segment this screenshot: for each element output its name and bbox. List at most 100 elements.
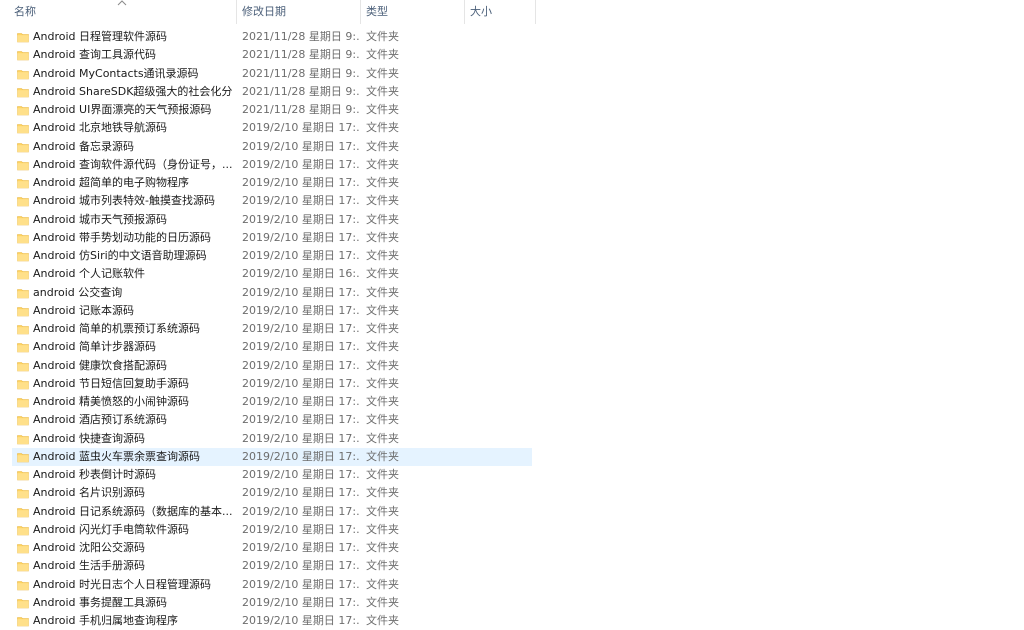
file-row[interactable]: Android UI界面漂亮的天气预报源码 2021/11/28 星期日 9:..… xyxy=(12,101,532,119)
file-name[interactable]: Android 查询工具源代码 xyxy=(33,46,233,64)
file-row[interactable]: Android 日记系统源码（数据库的基本... 2019/2/10 星期日 17… xyxy=(12,503,532,521)
folder-icon xyxy=(17,471,29,481)
file-type: 文件夹 xyxy=(366,267,399,281)
file-type: 文件夹 xyxy=(366,48,399,62)
file-name[interactable]: Android 酒店预订系统源码 xyxy=(33,411,233,429)
file-row[interactable]: android 公交查询 2019/2/10 星期日 17:... 文件夹 xyxy=(12,284,532,302)
file-name[interactable]: Android 简单计步器源码 xyxy=(33,338,233,356)
file-name[interactable]: Android UI界面漂亮的天气预报源码 xyxy=(33,101,233,119)
column-header-size[interactable]: 大小 xyxy=(456,0,536,24)
file-date: 2019/2/10 星期日 17:... xyxy=(242,194,360,208)
column-header-date[interactable]: 修改日期 xyxy=(228,0,352,24)
file-name[interactable]: Android 健康饮食搭配源码 xyxy=(33,357,233,375)
file-date: 2019/2/10 星期日 17:... xyxy=(242,249,360,262)
file-row[interactable]: Android 日程管理软件源码 2021/11/28 星期日 9:... 文件夹 xyxy=(12,28,532,46)
file-name[interactable]: Android 记账本源码 xyxy=(33,302,233,320)
file-name[interactable]: Android 精美愤怒的小闹钟源码 xyxy=(33,393,233,411)
file-row[interactable]: Android 秒表倒计时源码 2019/2/10 星期日 17:... 文件夹 xyxy=(12,466,532,484)
file-name[interactable]: Android 手机归属地查询程序 xyxy=(33,612,233,630)
file-row[interactable]: Android 快捷查询源码 2019/2/10 星期日 17:... 文件夹 xyxy=(12,430,532,448)
file-row[interactable]: Android 闪光灯手电筒软件源码 2019/2/10 星期日 17:... 文件… xyxy=(12,521,532,539)
file-row[interactable]: Android 手机归属地查询程序 2019/2/10 星期日 17:... 文件夹 xyxy=(12,612,532,630)
folder-icon xyxy=(17,33,29,43)
file-row[interactable]: Android 备忘录源码 2019/2/10 星期日 17:... 文件夹 xyxy=(12,138,532,156)
file-date: 2021/11/28 星期日 9:... xyxy=(242,103,360,116)
file-row[interactable]: Android 查询工具源代码 2021/11/28 星期日 9:... 文件夹 xyxy=(12,46,532,64)
file-row[interactable]: Android 节日短信回复助手源码 2019/2/10 星期日 17:... 文件… xyxy=(12,375,532,393)
folder-icon xyxy=(17,379,29,390)
file-row[interactable]: Android 时光日志个人日程管理源码 2019/2/10 星期日 17:...… xyxy=(12,576,532,594)
file-type: 文件夹 xyxy=(366,66,399,80)
file-name[interactable]: Android ShareSDK超级强大的社会化分... xyxy=(33,83,233,101)
file-row[interactable]: Android 带手势划动功能的日历源码 2019/2/10 星期日 17:...… xyxy=(12,229,532,247)
file-row[interactable]: Android 简单计步器源码 2019/2/10 星期日 17:... 文件夹 xyxy=(12,338,532,356)
file-name[interactable]: Android MyContacts通讯录源码 xyxy=(33,65,233,83)
file-row[interactable]: Android 沈阳公交源码 2019/2/10 星期日 17:... 文件夹 xyxy=(12,539,532,557)
file-name[interactable]: Android 名片识别源码 xyxy=(33,484,233,502)
column-header-name[interactable]: 名称 xyxy=(0,0,236,24)
file-date: 2019/2/10 星期日 17:... xyxy=(242,376,360,390)
file-type: 文件夹 xyxy=(366,577,399,591)
file-row[interactable]: Android 精美愤怒的小闹钟源码 2019/2/10 星期日 17:... 文件… xyxy=(12,393,532,411)
file-row[interactable]: Android 超简单的电子购物程序 2019/2/10 星期日 17:... 文件… xyxy=(12,174,532,192)
file-name[interactable]: Android 城市列表特效-触摸查找源码 xyxy=(33,192,233,210)
column-header-type[interactable]: 类型 xyxy=(352,0,462,24)
file-type: 文件夹 xyxy=(366,249,399,262)
file-type: 文件夹 xyxy=(366,139,399,153)
file-type: 文件夹 xyxy=(366,522,399,536)
file-type: 文件夹 xyxy=(366,358,399,372)
file-row[interactable]: Android 城市天气预报源码 2019/2/10 星期日 17:... 文件夹 xyxy=(12,211,532,229)
file-date: 2021/11/28 星期日 9:... xyxy=(242,48,360,62)
file-row[interactable]: Android 个人记账软件 2019/2/10 星期日 16:... 文件夹 xyxy=(12,265,532,283)
file-name[interactable]: Android 备忘录源码 xyxy=(33,138,233,156)
file-name[interactable]: Android 超简单的电子购物程序 xyxy=(33,174,233,192)
file-name[interactable]: Android 查询软件源代码（身份证号，... xyxy=(33,156,233,174)
file-name[interactable]: Android 日程管理软件源码 xyxy=(33,28,233,46)
file-name[interactable]: Android 个人记账软件 xyxy=(33,265,233,283)
file-name[interactable]: Android 沈阳公交源码 xyxy=(33,539,233,557)
file-date: 2019/2/10 星期日 17:... xyxy=(242,413,360,427)
file-row[interactable]: Android MyContacts通讯录源码 2021/11/28 星期日 9:… xyxy=(12,65,532,83)
file-row[interactable]: Android 记账本源码 2019/2/10 星期日 17:... 文件夹 xyxy=(12,302,532,320)
file-name[interactable]: android 公交查询 xyxy=(33,284,233,302)
folder-icon xyxy=(17,69,29,79)
file-date: 2019/2/10 星期日 17:... xyxy=(242,395,360,408)
file-name[interactable]: Android 北京地铁导航源码 xyxy=(33,119,233,137)
file-name[interactable]: Android 闪光灯手电筒软件源码 xyxy=(33,521,233,539)
file-row[interactable]: Android 名片识别源码 2019/2/10 星期日 17:... 文件夹 xyxy=(12,484,532,502)
file-date: 2019/2/10 星期日 17:... xyxy=(242,139,360,153)
folder-icon xyxy=(17,106,29,116)
file-row[interactable]: Android ShareSDK超级强大的社会化分... 2021/11/28 星… xyxy=(12,83,532,101)
file-row[interactable]: Android 仿Siri的中文语音助理源码 2019/2/10 星期日 17:.… xyxy=(12,247,532,265)
file-row[interactable]: Android 事务提醒工具源码 2019/2/10 星期日 17:... 文件夹 xyxy=(12,594,532,612)
file-row[interactable]: Android 简单的机票预订系统源码 2019/2/10 星期日 17:... 文… xyxy=(12,320,532,338)
file-name[interactable]: Android 城市天气预报源码 xyxy=(33,211,233,229)
folder-icon xyxy=(17,306,29,317)
file-row[interactable]: Android 健康饮食搭配源码 2019/2/10 星期日 17:... 文件夹 xyxy=(12,357,532,375)
file-name[interactable]: Android 节日短信回复助手源码 xyxy=(33,375,233,393)
file-row[interactable]: Android 生活手册源码 2019/2/10 星期日 17:... 文件夹 xyxy=(12,557,532,575)
file-name[interactable]: Android 简单的机票预订系统源码 xyxy=(33,320,233,338)
file-name[interactable]: Android 秒表倒计时源码 xyxy=(33,466,233,484)
folder-icon xyxy=(17,434,29,444)
file-name[interactable]: Android 日记系统源码（数据库的基本... xyxy=(33,503,233,521)
file-row[interactable]: Android 北京地铁导航源码 2019/2/10 星期日 17:... 文件夹 xyxy=(12,119,532,137)
file-row[interactable]: Android 蓝虫火车票余票查询源码 2019/2/10 星期日 17:... 文… xyxy=(12,447,532,466)
column-divider[interactable] xyxy=(535,0,536,24)
file-name[interactable]: Android 蓝虫火车票余票查询源码 xyxy=(33,448,233,466)
file-name[interactable]: Android 时光日志个人日程管理源码 xyxy=(33,576,233,594)
file-name[interactable]: Android 快捷查询源码 xyxy=(33,430,233,448)
file-date: 2019/2/10 星期日 17:... xyxy=(242,285,360,299)
folder-icon xyxy=(17,398,29,408)
file-name[interactable]: Android 带手势划动功能的日历源码 xyxy=(33,229,233,247)
file-row[interactable]: Android 查询软件源代码（身份证号，... 2019/2/10 星期日 17… xyxy=(12,156,532,174)
folder-icon xyxy=(17,197,29,207)
file-row[interactable]: Android 城市列表特效-触摸查找源码 2019/2/10 星期日 17:..… xyxy=(12,192,532,210)
file-name[interactable]: Android 仿Siri的中文语音助理源码 xyxy=(33,247,233,265)
file-type: 文件夹 xyxy=(366,413,399,427)
file-name[interactable]: Android 事务提醒工具源码 xyxy=(33,594,233,612)
file-row[interactable]: Android 酒店预订系统源码 2019/2/10 星期日 17:... 文件夹 xyxy=(12,411,532,429)
file-name[interactable]: Android 生活手册源码 xyxy=(33,557,233,575)
folder-icon xyxy=(17,489,29,499)
file-date: 2019/2/10 星期日 17:... xyxy=(242,468,360,481)
